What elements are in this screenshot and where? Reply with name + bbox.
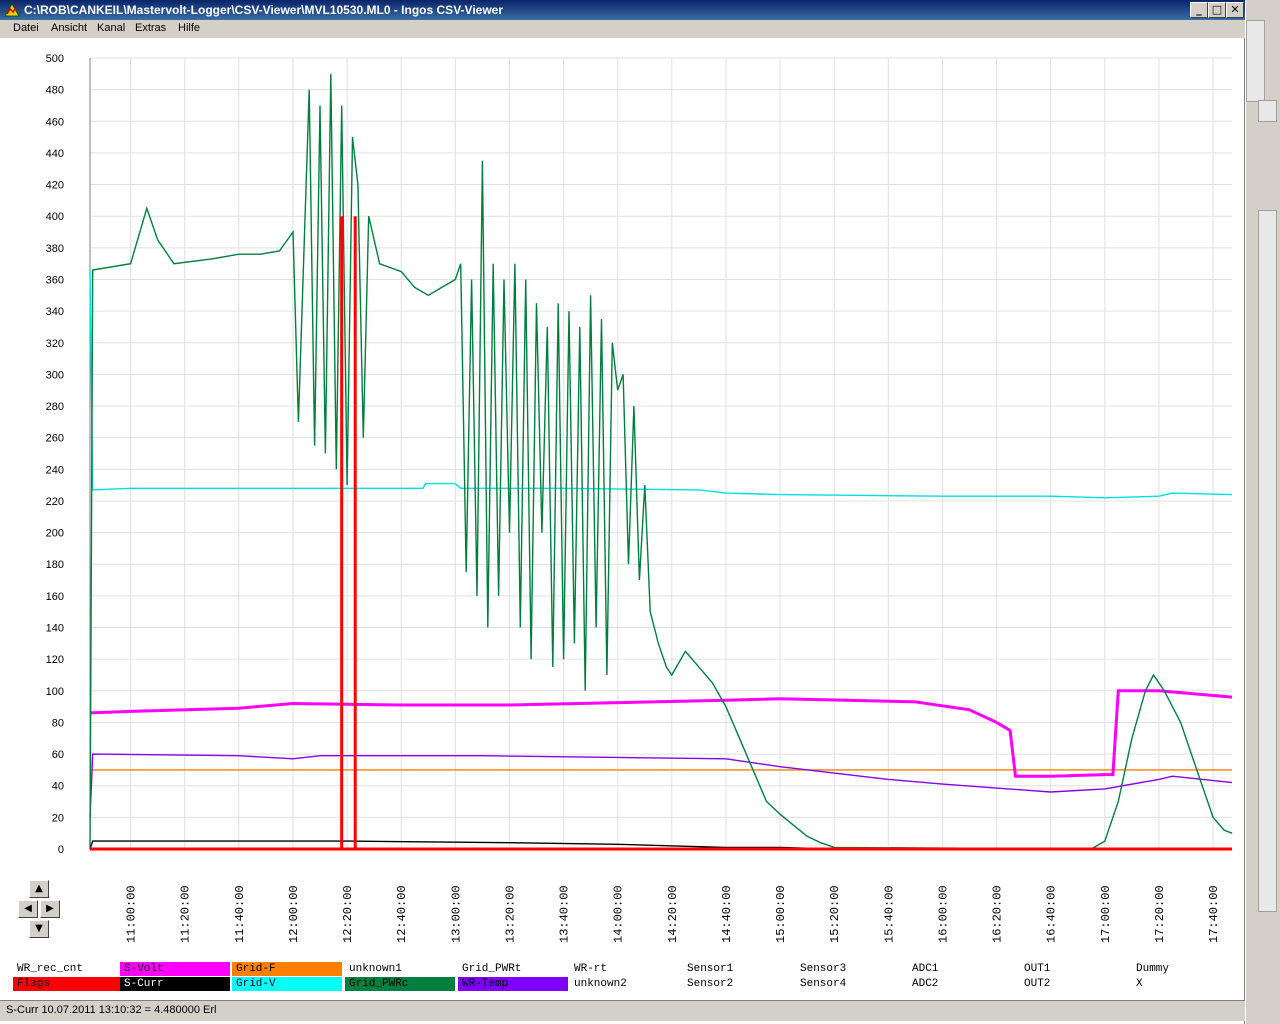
x-tick-label: 16:20:00 (991, 885, 1005, 943)
status-bar: S-Curr 10.07.2011 13:10:32 = 4.480000 Er… (0, 1000, 1245, 1021)
menu-extras[interactable]: Extras (135, 22, 166, 34)
x-tick-label: 13:00:00 (449, 885, 463, 943)
legend-item[interactable]: Grid-F (232, 962, 342, 976)
close-button[interactable]: ✕ (1226, 2, 1244, 18)
pan-up-button[interactable]: ▲ (29, 880, 49, 898)
channel-legend: WR_rec_cnt S-Volt Grid-F unknown1 Grid_PWRt W… (0, 962, 1245, 998)
legend-item[interactable]: S-Curr (120, 977, 230, 991)
x-tick-label: 15:00:00 (774, 885, 788, 943)
menu-hilfe[interactable]: Hilfe (178, 22, 200, 34)
x-tick-label: 16:00:00 (936, 885, 950, 943)
y-tick-label: 80 (52, 717, 64, 729)
x-tick-label: 17:00:00 (1099, 885, 1113, 943)
y-tick-label: 60 (52, 749, 64, 761)
x-tick-label: 16:40:00 (1045, 885, 1059, 943)
x-tick-label: 14:20:00 (666, 885, 680, 943)
app-icon (4, 3, 20, 17)
window-title: C:\ROB\CANKEIL\Mastervolt-Logger\CSV-Vie… (24, 3, 503, 17)
legend-item[interactable]: Grid_PWRt (458, 962, 568, 976)
x-tick-label: 15:40:00 (882, 885, 896, 943)
y-tick-label: 340 (46, 306, 64, 318)
background-scroll-up[interactable] (1258, 100, 1277, 122)
y-tick-label: 400 (46, 211, 64, 223)
x-tick-label: 12:40:00 (395, 885, 409, 943)
y-tick-label: 160 (46, 591, 64, 603)
y-tick-label: 180 (46, 559, 64, 571)
y-tick-label: 280 (46, 401, 64, 413)
legend-item[interactable]: Sensor3 (796, 962, 906, 976)
pan-down-button[interactable]: ▼ (29, 920, 49, 938)
y-tick-label: 260 (46, 433, 64, 445)
y-tick-label: 200 (46, 528, 64, 540)
x-tick-label: 17:20:00 (1153, 885, 1167, 943)
y-tick-label: 360 (46, 274, 64, 286)
menu-ansicht[interactable]: Ansicht (51, 22, 87, 34)
y-tick-label: 0 (58, 844, 64, 856)
legend-item[interactable]: ADC2 (908, 977, 1018, 991)
pan-left-button[interactable]: ◀ (18, 900, 38, 918)
legend-item[interactable]: S-Volt (120, 962, 230, 976)
legend-item[interactable]: Sensor2 (683, 977, 793, 991)
title-bar[interactable]: C:\ROB\CANKEIL\Mastervolt-Logger\CSV-Vie… (0, 0, 1245, 20)
legend-item[interactable]: Flags (13, 977, 123, 991)
maximize-button[interactable]: □ (1208, 2, 1226, 18)
legend-item[interactable]: Dummy (1132, 962, 1242, 976)
x-tick-label: 13:40:00 (558, 885, 572, 943)
x-tick-label: 15:20:00 (828, 885, 842, 943)
legend-item[interactable]: X (1132, 977, 1242, 991)
series-line-grid-pwrc (89, 73, 1233, 850)
x-tick-label: 13:20:00 (503, 885, 517, 943)
pan-right-button[interactable]: ▶ (40, 900, 60, 918)
y-tick-label: 480 (46, 85, 64, 97)
x-tick-label: 11:40:00 (233, 885, 247, 943)
x-tick-label: 12:00:00 (287, 885, 301, 943)
y-tick-label: 300 (46, 369, 64, 381)
series-line-s-volt (89, 689, 1233, 778)
menu-datei[interactable]: Datei (13, 22, 39, 34)
legend-item[interactable]: Sensor4 (796, 977, 906, 991)
background-scrollbar-right[interactable] (1258, 210, 1277, 912)
legend-item[interactable]: OUT2 (1020, 977, 1130, 991)
menu-bar: Datei Ansicht Kanal Extras Hilfe (0, 20, 1245, 38)
y-tick-label: 240 (46, 464, 64, 476)
background-window-edge (1246, 0, 1280, 1024)
x-tick-label: 17:40:00 (1207, 885, 1221, 943)
y-tick-label: 100 (46, 686, 64, 698)
y-tick-label: 460 (46, 116, 64, 128)
y-tick-label: 380 (46, 243, 64, 255)
x-tick-label: 14:00:00 (612, 885, 626, 943)
minimize-button[interactable]: _ (1190, 2, 1208, 18)
x-tick-label: 11:00:00 (125, 885, 139, 943)
y-tick-label: 220 (46, 496, 64, 508)
menu-kanal[interactable]: Kanal (97, 22, 125, 34)
legend-item[interactable]: unknown1 (345, 962, 455, 976)
background-scrollbar[interactable] (1246, 20, 1265, 102)
legend-item[interactable]: WR_rec_cnt (13, 962, 123, 976)
legend-item[interactable]: Grid-V (232, 977, 342, 991)
legend-item[interactable]: OUT1 (1020, 962, 1130, 976)
pan-controls: ▲ ◀ ▶ ▼ (18, 880, 60, 940)
y-tick-label: 440 (46, 148, 64, 160)
series-line-grid-v (89, 269, 1233, 499)
legend-item[interactable]: WR-Temp (458, 977, 568, 991)
y-tick-label: 40 (52, 781, 64, 793)
line-chart[interactable]: 5004804604404204003803603403203002802602… (0, 38, 1245, 960)
y-tick-label: 320 (46, 338, 64, 350)
x-tick-label: 12:20:00 (341, 885, 355, 943)
legend-item[interactable]: ADC1 (908, 962, 1018, 976)
legend-item[interactable]: WR-rt (570, 962, 680, 976)
legend-item[interactable]: Sensor1 (683, 962, 793, 976)
x-tick-label: 11:20:00 (179, 885, 193, 943)
y-tick-label: 20 (52, 812, 64, 824)
y-tick-label: 500 (46, 53, 64, 65)
x-tick-label: 14:40:00 (720, 885, 734, 943)
y-tick-label: 420 (46, 180, 64, 192)
status-text: S-Curr 10.07.2011 13:10:32 = 4.480000 Er… (6, 1004, 217, 1016)
app-window: C:\ROB\CANKEIL\Mastervolt-Logger\CSV-Vie… (0, 0, 1245, 1024)
legend-item[interactable]: Grid_PWRc (345, 977, 455, 991)
y-tick-label: 120 (46, 654, 64, 666)
legend-item[interactable]: unknown2 (570, 977, 680, 991)
y-tick-label: 140 (46, 623, 64, 635)
